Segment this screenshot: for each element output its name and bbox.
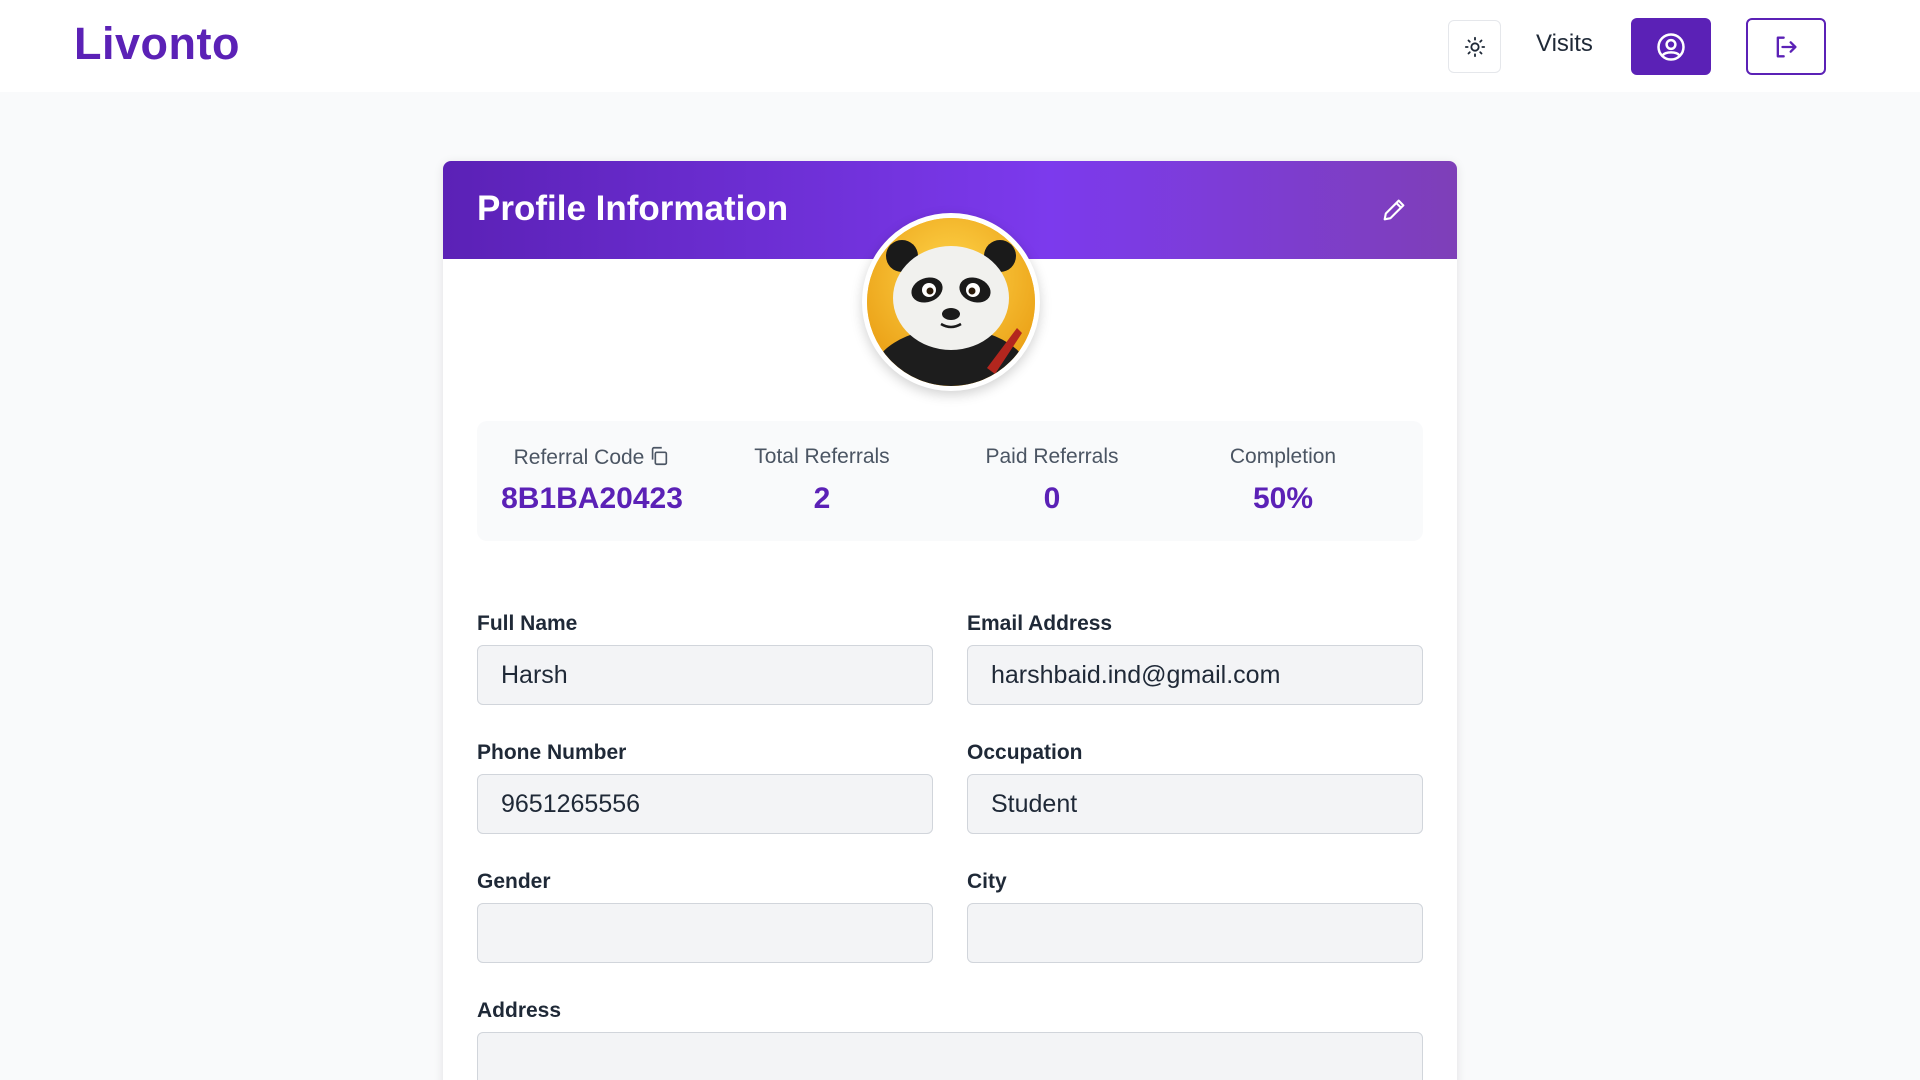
address-input[interactable] (477, 1032, 1423, 1080)
sun-icon (1464, 36, 1485, 57)
city-input[interactable] (967, 903, 1423, 963)
city-label: City (967, 870, 1007, 893)
gender-input[interactable] (477, 903, 933, 963)
stat-label: Completion (1229, 445, 1337, 468)
copy-icon[interactable] (648, 445, 670, 473)
full-name-input[interactable] (477, 645, 933, 705)
stat-completion: Completion 50% (1168, 421, 1398, 541)
total-referrals-value: 2 (813, 482, 831, 515)
logout-button[interactable] (1746, 18, 1826, 75)
stat-total-referrals: Total Referrals 2 (707, 421, 937, 541)
profile-button[interactable] (1631, 18, 1711, 75)
theme-toggle-button[interactable] (1448, 20, 1501, 73)
card-title: Profile Information (477, 189, 789, 228)
referral-code-value: 8B1BA20423 (501, 482, 683, 515)
panda-avatar-image (867, 218, 1035, 386)
top-navbar: Livonto Visits (0, 0, 1920, 92)
pencil-icon (1383, 199, 1405, 221)
paid-referrals-value: 0 (1043, 482, 1061, 515)
stat-referral-code: Referral Code 8B1BA20423 (477, 421, 707, 541)
email-input[interactable] (967, 645, 1423, 705)
address-label: Address (477, 999, 562, 1022)
email-label: Email Address (967, 612, 1113, 635)
referral-stats: Referral Code 8B1BA20423 Total Referrals… (477, 421, 1423, 541)
stat-label: Referral Code (513, 446, 645, 469)
stat-label: Paid Referrals (985, 445, 1119, 468)
profile-card: Profile Information Referral Code 8B1BA2… (443, 161, 1457, 1080)
occupation-input[interactable] (967, 774, 1423, 834)
phone-label: Phone Number (477, 741, 627, 764)
occupation-label: Occupation (967, 741, 1083, 764)
stat-paid-referrals: Paid Referrals 0 (937, 421, 1167, 541)
visits-link[interactable]: Visits (1536, 30, 1593, 58)
full-name-label: Full Name (477, 612, 578, 635)
stat-label: Total Referrals (754, 445, 890, 468)
completion-value: 50% (1252, 482, 1314, 515)
brand-logo[interactable]: Livonto (74, 18, 240, 70)
gender-label: Gender (477, 870, 551, 893)
edit-profile-button[interactable] (1377, 193, 1411, 227)
avatar[interactable] (862, 213, 1040, 391)
user-circle-icon (1657, 32, 1685, 61)
phone-input[interactable] (477, 774, 933, 834)
logout-icon (1776, 36, 1797, 57)
